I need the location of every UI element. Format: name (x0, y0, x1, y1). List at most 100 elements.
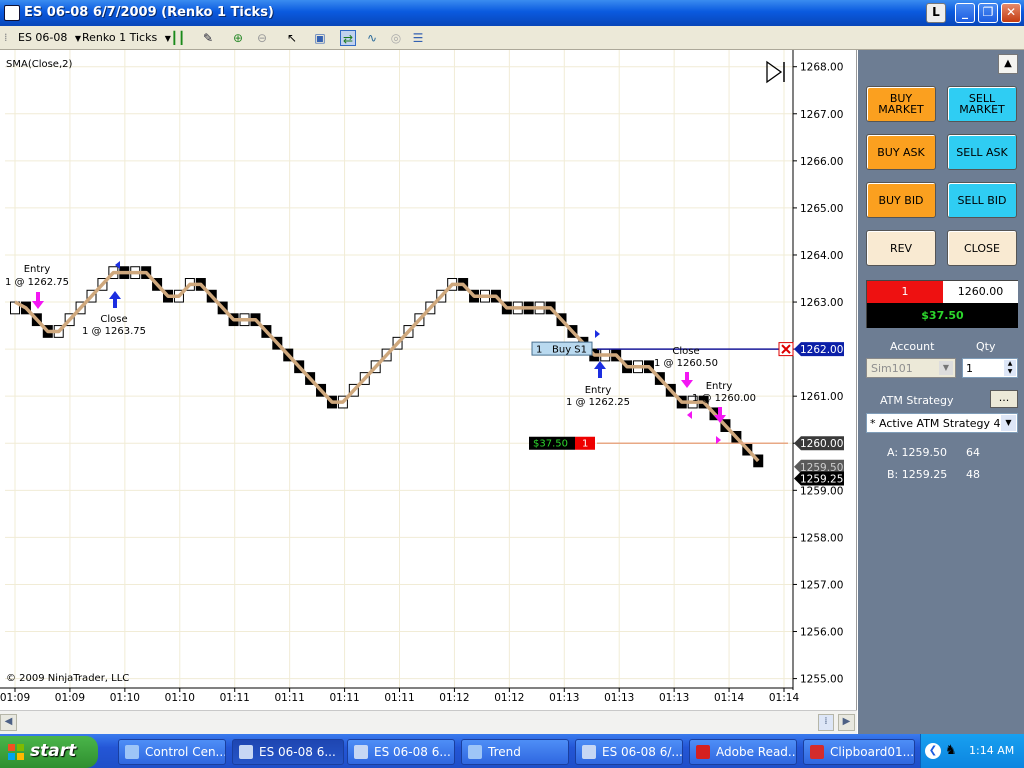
atm-strategy-select[interactable]: * Active ATM Strategy 41 - ▼ (866, 413, 1018, 433)
account-value: Sim101 (871, 362, 913, 375)
atm-properties-button[interactable]: ... (990, 390, 1018, 408)
time-tick-label: 01:13 (659, 692, 689, 704)
price-tick-label: 1268.00 (800, 62, 843, 74)
qty-up-icon[interactable]: ▲ (1004, 360, 1016, 368)
svg-text:Entry: Entry (24, 264, 51, 275)
chart-horizontal-scrollbar[interactable]: ◀ ⁞ ▶ (0, 710, 857, 734)
minimize-button[interactable]: _ (955, 3, 975, 23)
windows-logo-icon (8, 744, 24, 760)
task-button-adobe-reader[interactable]: Adobe Read... (689, 739, 797, 765)
period-selector[interactable]: Renko 1 Ticks ▼ (82, 30, 171, 46)
ninjatrader-icon (125, 745, 139, 759)
chart-style-icon[interactable]: ┃┃ (170, 30, 186, 46)
time-tick-label: 01:14 (769, 692, 800, 704)
time-tick-label: 01:13 (549, 692, 579, 704)
sell-market-button[interactable]: SELL MARKET (947, 86, 1017, 122)
bid-price-label: B: 1259.25 (887, 468, 948, 481)
properties-icon[interactable]: ☰ (410, 30, 426, 46)
clock: 1:14 AM (969, 744, 1015, 757)
sell-entry-arrow-icon (32, 292, 44, 309)
time-tick-label: 01:12 (494, 692, 524, 704)
time-tick-label: 01:10 (165, 692, 195, 704)
task-button-chart-1[interactable]: ES 06-08 6... (232, 739, 344, 765)
price-tick-label: 1259.00 (800, 485, 843, 497)
order-tag-label: Buy S1 (552, 345, 587, 356)
chart-icon (354, 745, 368, 759)
tray-expand-icon[interactable]: ❮ (925, 743, 941, 759)
reverse-button[interactable]: REV (866, 230, 936, 266)
scroll-right-button[interactable]: ▶ (838, 714, 855, 731)
task-button-clipboard[interactable]: Clipboard01... (803, 739, 915, 765)
renko-chart-canvas[interactable]: 1268.00 1267.00 1266.00 1265.00 1264.00 1263.… (0, 50, 857, 710)
position-display: 1 1260.00 $37.50 (866, 280, 1018, 328)
position-tag: $37.50 1 (529, 436, 595, 450)
pointer-icon[interactable]: ↖ (284, 30, 300, 46)
svg-text:1 @ 1260.00: 1 @ 1260.00 (692, 393, 756, 404)
fill-marker-icon (687, 411, 692, 419)
qty-down-icon[interactable]: ▼ (1004, 368, 1016, 376)
close-position-button[interactable]: CLOSE (947, 230, 1017, 266)
task-button-chart-2[interactable]: ES 06-08 6... (347, 739, 455, 765)
buy-bid-button[interactable]: BUY BID (866, 182, 936, 218)
title-bar: ES 06-08 6/7/2009 (Renko 1 Ticks) L _ ❐ … (0, 0, 1024, 26)
link-button[interactable]: L (926, 3, 946, 23)
strategies-icon[interactable]: ◎ (388, 30, 404, 46)
task-button-trend[interactable]: Trend (461, 739, 569, 765)
price-chart[interactable]: 1268.00 1267.00 1266.00 1265.00 1264.00 1263.… (0, 50, 857, 710)
price-tick-label: 1261.00 (800, 391, 843, 403)
task-button-control-center[interactable]: Control Cen... (118, 739, 226, 765)
instrument-selector[interactable]: ES 06-08 ▼ (18, 30, 81, 46)
atm-strategy-value: * Active ATM Strategy 41 - (870, 417, 1015, 430)
svg-text:1 @ 1263.75: 1 @ 1263.75 (82, 326, 146, 337)
cancel-order-icon[interactable] (778, 342, 794, 357)
qty-value: 1 (966, 362, 973, 375)
chevron-down-icon: ▼ (939, 361, 953, 375)
app-icon (4, 5, 20, 21)
entry-annotation-2: Entry 1 @ 1262.25 (566, 361, 630, 408)
order-price-marker: 1262.00 (794, 342, 844, 357)
price-tick-label: 1264.00 (800, 250, 843, 262)
ninjatrader-tray-icon[interactable]: ♞ (945, 743, 961, 759)
svg-text:Entry: Entry (585, 385, 612, 396)
price-tick-label: 1265.00 (800, 203, 843, 215)
position-price-marker: 1260.00 (794, 436, 844, 451)
system-tray: ❮ ♞ 1:14 AM (920, 734, 1024, 768)
price-tick-label: 1263.00 (800, 297, 843, 309)
start-button[interactable]: start (0, 736, 98, 768)
sell-exit-arrow-icon (681, 372, 693, 388)
indicators-icon[interactable]: ∿ (364, 30, 380, 46)
buy-market-button[interactable]: BUY MARKET (866, 86, 936, 122)
scroll-to-end-icon[interactable] (766, 60, 785, 84)
sell-ask-button[interactable]: SELL ASK (947, 134, 1017, 170)
price-tick-label: 1266.00 (800, 156, 843, 168)
qty-stepper[interactable]: 1 ▲ ▼ (962, 358, 1018, 378)
maximize-button[interactable]: ❐ (978, 3, 998, 23)
zoom-out-icon[interactable]: ⊖ (254, 30, 270, 46)
scroll-thumb[interactable]: ⁞ (818, 714, 834, 731)
price-tick-label: 1257.00 (800, 579, 843, 591)
chart-toolbar: ⁞ ES 06-08 ▼ Renko 1 Ticks ▼ ┃┃ ✎ ⊕ ⊖ ↖ … (0, 26, 1024, 50)
qty-label: Qty (976, 340, 996, 353)
time-tick-label: 01:11 (329, 692, 359, 704)
time-tick-label: 01:13 (604, 692, 634, 704)
price-tick-label: 1267.00 (800, 109, 843, 121)
window-title: ES 06-08 6/7/2009 (Renko 1 Ticks) (24, 5, 274, 20)
sell-bid-button[interactable]: SELL BID (947, 182, 1017, 218)
drawing-tool-icon[interactable]: ✎ (200, 30, 216, 46)
close-button[interactable]: ✕ (1001, 3, 1021, 23)
atm-strategy-label: ATM Strategy (880, 394, 954, 407)
ninjatrader-icon (468, 745, 482, 759)
start-label: start (30, 741, 77, 761)
time-tick-label: 01:11 (275, 692, 305, 704)
account-select[interactable]: Sim101 ▼ (866, 358, 956, 378)
task-button-chart-3[interactable]: ES 06-08 6/... (575, 739, 683, 765)
chart-trader-icon[interactable]: ⇄ (340, 30, 356, 46)
order-tag[interactable]: 1 Buy S1 (531, 341, 593, 356)
buy-ask-button[interactable]: BUY ASK (866, 134, 936, 170)
panel-collapse-button[interactable]: ▲ (998, 54, 1018, 74)
scroll-left-button[interactable]: ◀ (0, 714, 17, 731)
buy-exit-arrow-icon (109, 291, 121, 308)
data-box-icon[interactable]: ▣ (312, 30, 328, 46)
entry-annotation-3: Entry 1 @ 1260.00 (692, 381, 756, 423)
zoom-in-icon[interactable]: ⊕ (230, 30, 246, 46)
